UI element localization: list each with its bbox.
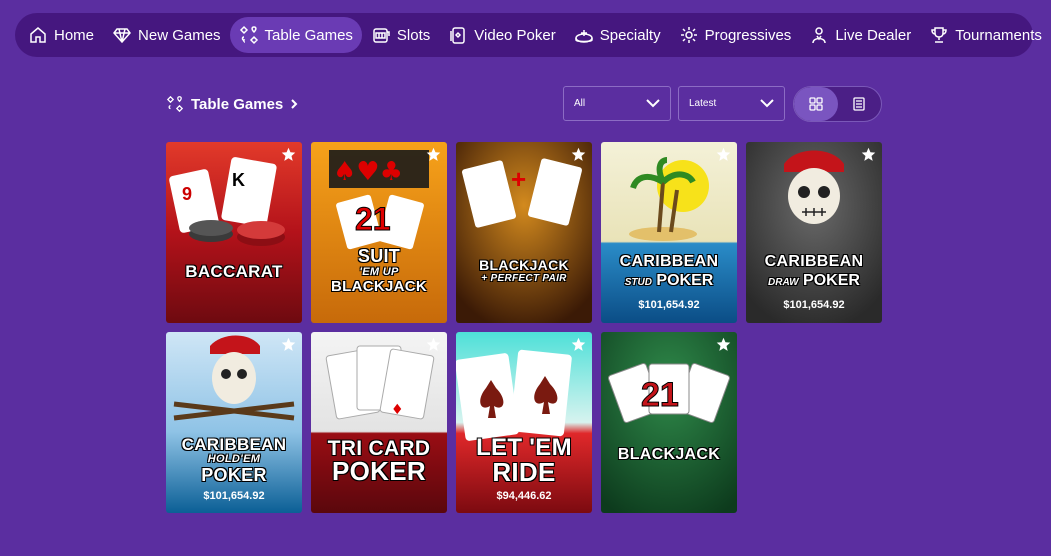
nav-item-specialty[interactable]: Specialty bbox=[565, 17, 670, 53]
specialty-icon bbox=[574, 30, 593, 43]
chevron-down-icon bbox=[760, 99, 774, 108]
game-tile-blackjack[interactable]: 21 BLACKJACK bbox=[601, 332, 737, 513]
game-title-line2: STUD bbox=[624, 277, 652, 288]
jackpot-amount: $101,654.92 bbox=[638, 299, 700, 311]
svg-text:21: 21 bbox=[355, 201, 391, 237]
favorite-star-icon[interactable] bbox=[716, 147, 731, 162]
game-tile-blackjack-perfect-pair[interactable]: + BLACKJACK + PERFECT PAIR bbox=[456, 142, 592, 323]
grid-icon bbox=[809, 97, 823, 111]
grid-view-button[interactable] bbox=[794, 87, 838, 121]
svg-text:♦: ♦ bbox=[391, 402, 404, 418]
favorite-star-icon[interactable] bbox=[716, 337, 731, 352]
game-title-line2: RIDE bbox=[492, 457, 556, 487]
nav-item-tournaments[interactable]: Tournaments bbox=[920, 17, 1051, 53]
game-title-line2: HOLD'EM bbox=[207, 453, 261, 465]
chevron-down-icon bbox=[646, 99, 660, 108]
favorite-star-icon[interactable] bbox=[281, 337, 296, 352]
nav-item-home[interactable]: Home bbox=[19, 17, 103, 53]
filter-dropdown[interactable]: All bbox=[563, 86, 671, 121]
game-title-line2: 'EM UP bbox=[359, 266, 399, 278]
game-title-line1: BACCARAT bbox=[185, 262, 283, 281]
game-title-line3: POKER bbox=[656, 272, 714, 289]
blackjack-artwork: 21 bbox=[601, 332, 737, 513]
favorite-star-icon[interactable] bbox=[861, 147, 876, 162]
svg-text:K: K bbox=[232, 170, 245, 190]
game-tile-caribbean-draw-poker[interactable]: CARIBBEAN DRAW POKER $101,654.92 bbox=[746, 142, 882, 323]
list-view-button[interactable] bbox=[838, 87, 882, 121]
svg-text:+: + bbox=[511, 164, 526, 194]
jackpot-amount: $94,446.62 bbox=[496, 490, 552, 502]
game-title-line3: BLACKJACK bbox=[330, 278, 428, 295]
diamond-icon bbox=[113, 28, 131, 44]
nav-item-label: Home bbox=[54, 26, 95, 44]
slot-machine-icon bbox=[373, 28, 390, 43]
sort-dropdown-value: Latest bbox=[689, 98, 717, 109]
game-tile-let-em-ride[interactable]: LET 'EM RIDE $94,446.62 bbox=[456, 332, 592, 513]
nav-item-label: Tournaments bbox=[955, 26, 1042, 44]
blackjack-perfect-pair-artwork: + bbox=[456, 142, 592, 323]
game-title-line3: POKER bbox=[201, 465, 267, 485]
favorite-star-icon[interactable] bbox=[281, 147, 296, 162]
game-tile-suit-em-up-blackjack[interactable]: ♠♥♣ 21 SUIT 'EM UP BLACKJACK bbox=[311, 142, 447, 323]
nav-item-label: Specialty bbox=[599, 26, 661, 44]
section-title[interactable]: Table Games bbox=[166, 93, 299, 115]
game-title-line1: BLACKJACK bbox=[479, 257, 569, 273]
filter-dropdown-value: All bbox=[574, 98, 586, 109]
nav-item-label: Slots bbox=[396, 26, 431, 44]
chevron-right-icon bbox=[291, 99, 298, 109]
top-nav: Home New Games Table Games Slots Video P… bbox=[15, 13, 1042, 57]
svg-text:21: 21 bbox=[641, 376, 679, 414]
game-title-line2: POKER bbox=[332, 456, 426, 486]
nav-item-label: New Games bbox=[138, 26, 221, 44]
sort-dropdown[interactable]: Latest bbox=[678, 86, 785, 121]
nav-item-live-dealer[interactable]: Live Dealer bbox=[800, 17, 920, 53]
jackpot-amount: $101,654.92 bbox=[203, 490, 265, 502]
game-tile-caribbean-stud-poker[interactable]: CARIBBEAN STUD POKER $101,654.92 bbox=[601, 142, 737, 323]
progressives-icon bbox=[680, 27, 697, 43]
caribbean-stud-artwork bbox=[601, 142, 737, 323]
home-icon bbox=[30, 27, 46, 43]
game-title-line2: DRAW bbox=[768, 277, 799, 288]
game-tile-caribbean-holdem-poker[interactable]: CARIBBEAN HOLD'EM POKER $101,654.92 bbox=[166, 332, 302, 513]
favorite-star-icon[interactable] bbox=[426, 147, 441, 162]
card-suits-icon bbox=[166, 95, 184, 113]
nav-item-progressives[interactable]: Progressives bbox=[670, 17, 801, 53]
baccarat-artwork: 9 K bbox=[166, 142, 302, 323]
game-title-line2-3: DRAW POKER bbox=[746, 272, 882, 290]
nav-item-label: Video Poker bbox=[474, 26, 556, 44]
nav-item-label: Table Games bbox=[264, 26, 353, 44]
game-title-line1: SUIT bbox=[357, 246, 401, 266]
svg-text:♠♥♣: ♠♥♣ bbox=[333, 157, 403, 187]
game-tile-tri-card-poker[interactable]: ♦ TRI CARD POKER bbox=[311, 332, 447, 513]
game-title-line1: CARIBBEAN bbox=[764, 253, 864, 270]
favorite-star-icon[interactable] bbox=[571, 337, 586, 352]
nav-item-new-games[interactable]: New Games bbox=[103, 17, 230, 53]
favorite-star-icon[interactable] bbox=[426, 337, 441, 352]
nav-item-label: Progressives bbox=[704, 26, 792, 44]
caribbean-draw-artwork bbox=[746, 142, 882, 323]
game-title-line1: CARIBBEAN bbox=[619, 253, 719, 270]
jackpot-amount: $101,654.92 bbox=[783, 299, 845, 311]
view-toggle bbox=[793, 86, 882, 122]
caribbean-holdem-artwork bbox=[166, 332, 302, 513]
suit-em-up-artwork: ♠♥♣ 21 bbox=[311, 142, 447, 323]
game-tile-baccarat[interactable]: 9 K BACCARAT bbox=[166, 142, 302, 323]
game-title-line1: CARIBBEAN bbox=[181, 435, 287, 454]
game-title-line1: BLACKJACK bbox=[617, 446, 721, 463]
favorite-star-icon[interactable] bbox=[571, 147, 586, 162]
svg-text:9: 9 bbox=[182, 184, 192, 204]
game-title-line3: POKER bbox=[803, 272, 860, 289]
video-poker-icon bbox=[450, 27, 466, 44]
card-suits-icon bbox=[239, 25, 258, 45]
game-title-line2: + PERFECT PAIR bbox=[481, 273, 567, 284]
nav-item-slots[interactable]: Slots bbox=[362, 17, 439, 53]
nav-item-table-games[interactable]: Table Games bbox=[229, 17, 362, 53]
game-title-line2-3: STUD POKER bbox=[601, 272, 737, 290]
list-icon bbox=[853, 97, 865, 111]
nav-item-label: Live Dealer bbox=[835, 26, 912, 44]
nav-item-video-poker[interactable]: Video Poker bbox=[439, 17, 564, 53]
live-dealer-icon bbox=[812, 27, 827, 44]
trophy-icon bbox=[931, 27, 947, 43]
section-title-label: Table Games bbox=[191, 95, 284, 113]
